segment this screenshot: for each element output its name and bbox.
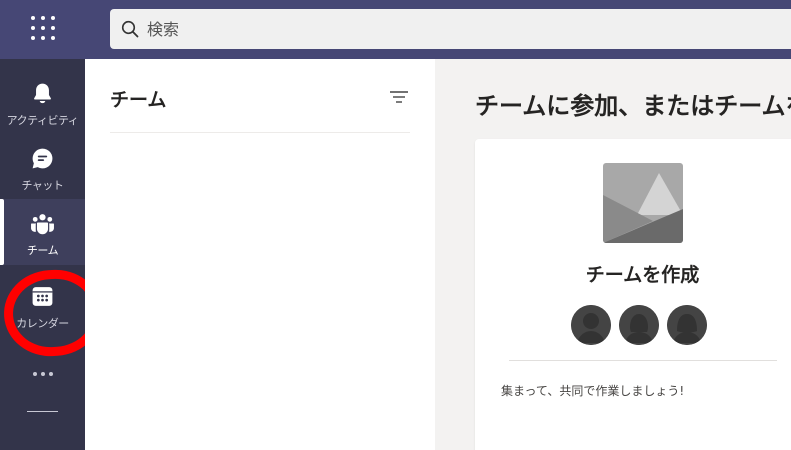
bell-icon	[34, 83, 51, 104]
more-horizontal-icon[interactable]	[31, 372, 55, 378]
search-icon	[121, 20, 139, 38]
pane-divider	[110, 132, 410, 133]
avatar	[571, 305, 611, 345]
create-team-image	[603, 163, 683, 243]
avatar-group	[571, 305, 711, 347]
rail-item-label: チャット	[21, 179, 64, 192]
top-bar	[0, 0, 791, 59]
chat-icon	[32, 148, 53, 169]
rail-item-calendar[interactable]: カレンダー	[0, 272, 85, 338]
person-icon	[619, 305, 659, 345]
card-title: チームを作成	[585, 264, 700, 286]
rail-item-label: チーム	[26, 244, 59, 257]
teams-list-pane: チーム	[85, 59, 435, 450]
page-title: チームに参加、またはチームを作成	[475, 92, 791, 120]
rail-item-teams[interactable]: チーム	[0, 199, 85, 265]
rail-item-chat[interactable]: チャット	[0, 134, 85, 200]
avatar	[667, 305, 707, 345]
avatar	[619, 305, 659, 345]
rail-item-activity[interactable]: アクティビティ	[0, 69, 85, 135]
rail-item-label: カレンダー	[16, 317, 69, 330]
card-divider	[509, 360, 777, 361]
calendar-icon	[32, 287, 53, 306]
filter-icon[interactable]	[389, 89, 409, 105]
card-description: 集まって、共同で作業しましょう!	[501, 384, 685, 398]
person-icon	[667, 305, 707, 345]
teams-icon	[31, 214, 54, 235]
search-box[interactable]	[110, 9, 791, 49]
create-team-card[interactable]: チームを作成 集まって、共同で作業しましょう!	[475, 139, 791, 450]
rail-divider	[27, 411, 58, 412]
person-icon	[571, 305, 611, 345]
pane-title: チーム	[110, 89, 167, 111]
search-input[interactable]	[147, 9, 747, 49]
app-rail: アクティビティ チャット チーム カレンダー	[0, 59, 85, 450]
team-illustration-icon	[603, 163, 683, 243]
rail-item-label: アクティビティ	[6, 114, 79, 127]
app-launcher-icon[interactable]	[28, 13, 58, 43]
